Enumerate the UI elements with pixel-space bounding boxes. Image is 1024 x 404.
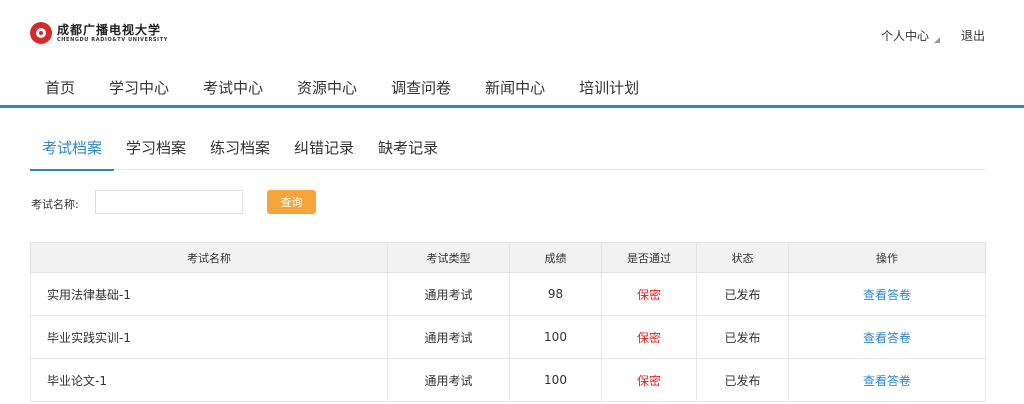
cell-passed: 保密 [601,315,697,359]
cell-exam-name: 实用法律基础-1 [30,272,388,316]
view-answers-link[interactable]: 查看答卷 [788,358,986,402]
main-nav: 首页 学习中心 考试中心 资源中心 调查问卷 新闻中心 培训计划 [28,66,656,111]
nav-item-news[interactable]: 新闻中心 [468,66,562,111]
column-header-exam-name: 考试名称 [30,242,388,273]
university-logo[interactable]: 成都广播电视大学 CHENGDU RADIO&TV UNIVERSITY [30,22,168,44]
nav-item-training[interactable]: 培训计划 [562,66,656,111]
nav-item-exam[interactable]: 考试中心 [186,66,280,111]
column-header-status: 状态 [696,242,789,273]
cell-exam-type: 通用考试 [387,315,510,359]
logo-name-en: CHENGDU RADIO&TV UNIVERSITY [57,36,168,43]
search-button[interactable]: 查询 [267,190,316,214]
cell-status: 已发布 [696,358,789,402]
tab-exam-archive[interactable]: 考试档案 [30,130,115,171]
nav-item-learning[interactable]: 学习中心 [92,66,186,111]
logo-name-cn: 成都广播电视大学 [57,22,162,37]
caret-down-icon [934,37,940,43]
cell-score: 100 [509,358,602,402]
view-answers-link[interactable]: 查看答卷 [788,272,986,316]
cell-exam-name: 毕业论文-1 [30,358,388,402]
cell-exam-type: 通用考试 [387,358,510,402]
view-answers-link[interactable]: 查看答卷 [788,315,986,359]
table-header-row: 考试名称 考试类型 成绩 是否通过 状态 操作 [30,242,986,273]
tab-absence-records[interactable]: 缺考记录 [366,130,450,170]
university-logo-icon [30,22,52,44]
table-row: 毕业论文-1 通用考试 100 保密 已发布 查看答卷 [30,358,986,402]
cell-status: 已发布 [696,272,789,316]
exam-name-search-input[interactable] [95,190,243,214]
site-header: 成都广播电视大学 CHENGDU RADIO&TV UNIVERSITY 个人中… [0,0,1024,108]
cell-score: 98 [509,272,602,316]
cell-passed: 保密 [601,358,697,402]
nav-item-survey[interactable]: 调查问卷 [374,66,468,111]
search-label: 考试名称: [31,198,79,211]
column-header-exam-type: 考试类型 [387,242,510,273]
logo-text: 成都广播电视大学 CHENGDU RADIO&TV UNIVERSITY [57,24,168,43]
archive-tabs: 考试档案 学习档案 练习档案 纠错记录 缺考记录 [30,130,985,171]
column-header-action: 操作 [788,242,986,273]
tab-error-records[interactable]: 纠错记录 [282,130,366,170]
logout-link[interactable]: 退出 [961,27,985,44]
exam-table: 考试名称 考试类型 成绩 是否通过 状态 操作 实用法律基础-1 通用考试 98… [30,242,986,402]
nav-item-home[interactable]: 首页 [28,66,92,111]
cell-exam-type: 通用考试 [387,272,510,316]
tab-practice-archive[interactable]: 练习档案 [198,130,282,170]
user-center-label: 个人中心 [880,29,929,43]
table-row: 实用法律基础-1 通用考试 98 保密 已发布 查看答卷 [30,272,986,316]
cell-status: 已发布 [696,315,789,359]
cell-score: 100 [509,315,602,359]
table-row: 毕业实践实训-1 通用考试 100 保密 已发布 查看答卷 [30,315,986,359]
user-center-menu[interactable]: 个人中心 [881,27,940,44]
cell-exam-name: 毕业实践实训-1 [30,315,388,359]
cell-passed: 保密 [601,272,697,316]
column-header-passed: 是否通过 [601,242,697,273]
tab-study-archive[interactable]: 学习档案 [114,130,198,170]
nav-item-resources[interactable]: 资源中心 [280,66,374,111]
column-header-score: 成绩 [509,242,602,273]
